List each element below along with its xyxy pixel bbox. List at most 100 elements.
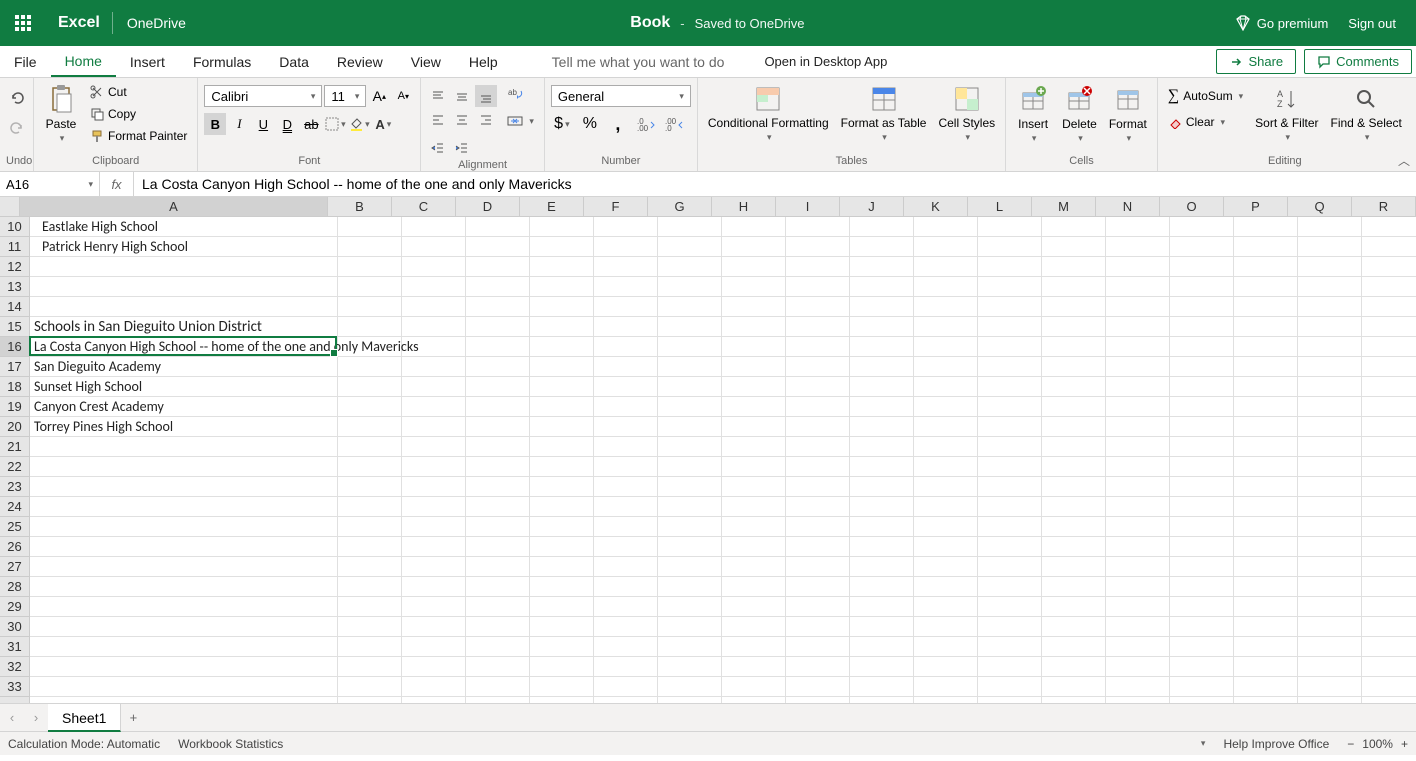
tab-formulas[interactable]: Formulas <box>179 46 265 77</box>
copy-button[interactable]: Copy <box>86 105 191 123</box>
go-premium-button[interactable]: Go premium <box>1235 15 1329 31</box>
cell-A20[interactable]: Torrey Pines High School <box>30 417 177 437</box>
add-sheet-button[interactable]: + <box>121 710 145 725</box>
format-cells-button[interactable]: Format▾ <box>1105 81 1151 146</box>
font-color-button[interactable]: A▾ <box>372 113 394 135</box>
tab-view[interactable]: View <box>397 46 455 77</box>
col-header-K[interactable]: K <box>904 197 968 216</box>
sign-out-button[interactable]: Sign out <box>1348 16 1396 31</box>
cut-button[interactable]: Cut <box>86 83 191 101</box>
col-header-J[interactable]: J <box>840 197 904 216</box>
autosum-button[interactable]: ∑AutoSum▾ <box>1164 85 1247 107</box>
increase-font-button[interactable]: A▴ <box>368 85 390 107</box>
cell-A10[interactable]: Eastlake High School <box>38 217 162 237</box>
select-all-corner[interactable] <box>0 197 20 216</box>
undo-button[interactable] <box>6 87 28 109</box>
double-underline-button[interactable]: D <box>276 113 298 135</box>
increase-indent-button[interactable] <box>451 137 473 159</box>
strikethrough-button[interactable]: ab <box>300 113 322 135</box>
format-as-table-button[interactable]: Format as Table▾ <box>837 81 931 145</box>
col-header-I[interactable]: I <box>776 197 840 216</box>
sheet-nav-prev[interactable]: ‹ <box>0 710 24 725</box>
col-header-Q[interactable]: Q <box>1288 197 1352 216</box>
tab-file[interactable]: File <box>0 46 51 77</box>
tab-home[interactable]: Home <box>51 46 116 77</box>
number-format-select[interactable]: General <box>551 85 691 107</box>
cell-A15[interactable]: Schools in San Dieguito Union District <box>30 317 266 337</box>
cells-area[interactable]: Eastlake High SchoolPatrick Henry High S… <box>30 217 1416 703</box>
row-header-32[interactable]: 32 <box>0 657 29 677</box>
clear-button[interactable]: Clear▾ <box>1164 113 1247 131</box>
format-painter-button[interactable]: Format Painter <box>86 127 191 145</box>
col-header-C[interactable]: C <box>392 197 456 216</box>
col-header-M[interactable]: M <box>1032 197 1096 216</box>
fill-color-button[interactable]: ▾ <box>348 113 370 135</box>
increase-decimal-button[interactable]: .0.00 <box>635 113 657 135</box>
cell-A18[interactable]: Sunset High School <box>30 377 146 397</box>
onedrive-link[interactable]: OneDrive <box>113 15 200 31</box>
share-button[interactable]: Share <box>1216 49 1296 74</box>
find-select-button[interactable]: Find & Select▾ <box>1327 81 1406 145</box>
align-left-button[interactable] <box>427 109 449 131</box>
align-top-button[interactable] <box>427 85 449 107</box>
row-header-11[interactable]: 11 <box>0 237 29 257</box>
currency-button[interactable]: $▾ <box>551 113 573 135</box>
zoom-out-button[interactable]: − <box>1347 737 1354 751</box>
row-header-30[interactable]: 30 <box>0 617 29 637</box>
col-header-R[interactable]: R <box>1352 197 1416 216</box>
comma-button[interactable]: , <box>607 113 629 135</box>
italic-button[interactable]: I <box>228 113 250 135</box>
status-menu[interactable]: ▾ <box>1201 738 1206 749</box>
comments-button[interactable]: Comments <box>1304 49 1412 74</box>
zoom-level[interactable]: 100% <box>1362 737 1393 751</box>
row-header-29[interactable]: 29 <box>0 597 29 617</box>
align-center-button[interactable] <box>451 109 473 131</box>
percent-button[interactable]: % <box>579 113 601 135</box>
underline-button[interactable]: U <box>252 113 274 135</box>
row-header-18[interactable]: 18 <box>0 377 29 397</box>
fx-label[interactable]: fx <box>100 172 134 196</box>
col-header-P[interactable]: P <box>1224 197 1288 216</box>
align-bottom-button[interactable] <box>475 85 497 107</box>
sort-filter-button[interactable]: AZ Sort & Filter▾ <box>1251 81 1322 145</box>
font-name-select[interactable]: Calibri <box>204 85 322 107</box>
decrease-indent-button[interactable] <box>427 137 449 159</box>
decrease-decimal-button[interactable]: .00.0 <box>663 113 685 135</box>
tab-insert[interactable]: Insert <box>116 46 179 77</box>
collapse-ribbon-button[interactable]: ︿ <box>1398 152 1410 169</box>
row-header-27[interactable]: 27 <box>0 557 29 577</box>
app-launcher-icon[interactable] <box>0 0 46 46</box>
cell-A19[interactable]: Canyon Crest Academy <box>30 397 168 417</box>
col-header-B[interactable]: B <box>328 197 392 216</box>
col-header-E[interactable]: E <box>520 197 584 216</box>
col-header-H[interactable]: H <box>712 197 776 216</box>
bold-button[interactable]: B <box>204 113 226 135</box>
wrap-text-button[interactable]: ab <box>503 85 538 105</box>
calc-mode[interactable]: Calculation Mode: Automatic <box>8 737 160 751</box>
decrease-font-button[interactable]: A▾ <box>392 85 414 107</box>
row-header-14[interactable]: 14 <box>0 297 29 317</box>
tell-me-search[interactable]: Tell me what you want to do <box>532 46 745 77</box>
row-header-22[interactable]: 22 <box>0 457 29 477</box>
help-improve[interactable]: Help Improve Office <box>1223 737 1329 751</box>
align-right-button[interactable] <box>475 109 497 131</box>
formula-input[interactable]: La Costa Canyon High School -- home of t… <box>134 172 1416 196</box>
row-header-24[interactable]: 24 <box>0 497 29 517</box>
document-title[interactable]: Book <box>630 14 670 32</box>
col-header-G[interactable]: G <box>648 197 712 216</box>
sheet-tab-1[interactable]: Sheet1 <box>48 704 121 732</box>
cell-A16[interactable]: La Costa Canyon High School -- home of t… <box>30 337 423 357</box>
row-header-10[interactable]: 10 <box>0 217 29 237</box>
cell-A11[interactable]: Patrick Henry High School <box>38 237 192 257</box>
tab-data[interactable]: Data <box>265 46 323 77</box>
row-header-25[interactable]: 25 <box>0 517 29 537</box>
delete-cells-button[interactable]: Delete▾ <box>1058 81 1101 146</box>
cell-styles-button[interactable]: Cell Styles▾ <box>934 81 999 145</box>
row-header-15[interactable]: 15 <box>0 317 29 337</box>
col-header-O[interactable]: O <box>1160 197 1224 216</box>
row-header-31[interactable]: 31 <box>0 637 29 657</box>
row-header-23[interactable]: 23 <box>0 477 29 497</box>
tab-help[interactable]: Help <box>455 46 512 77</box>
tab-review[interactable]: Review <box>323 46 397 77</box>
zoom-in-button[interactable]: + <box>1401 737 1408 751</box>
